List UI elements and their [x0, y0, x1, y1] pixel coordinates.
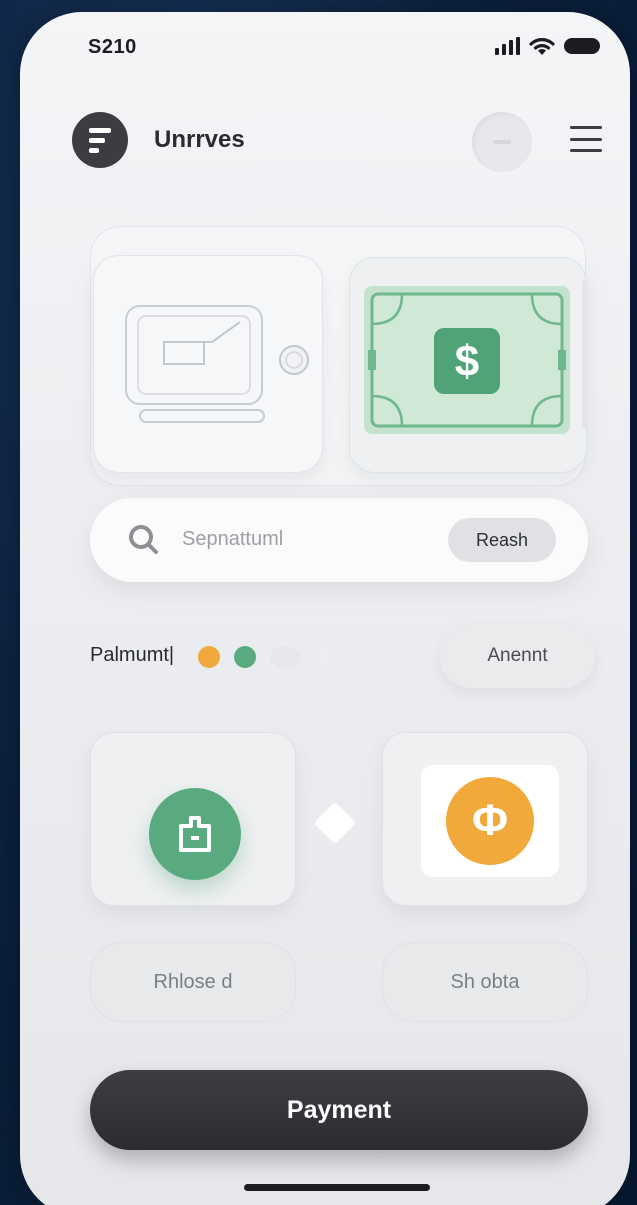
- payment-dots: [198, 646, 336, 668]
- computer-card[interactable]: [93, 255, 323, 473]
- hamburger-menu-icon[interactable]: [570, 126, 602, 152]
- search-input[interactable]: Sepnattuml: [182, 528, 283, 551]
- amount-button[interactable]: Anennt: [440, 624, 595, 688]
- payment-row: Palmumt| Anennt: [90, 624, 595, 688]
- money-card[interactable]: $: [349, 257, 587, 473]
- payment-button[interactable]: Payment: [90, 1070, 588, 1150]
- header: Unrrves: [72, 112, 602, 172]
- app-logo-icon: [72, 112, 128, 168]
- diamond-icon: [313, 801, 357, 845]
- dollar-symbol: $: [455, 337, 479, 386]
- dot-light[interactable]: [314, 646, 336, 668]
- status-time: S210: [88, 36, 137, 58]
- app-title: Unrrves: [154, 126, 245, 153]
- transfer-tile[interactable]: [90, 732, 296, 906]
- home-indicator[interactable]: [244, 1184, 430, 1191]
- signal-icon: [495, 37, 520, 55]
- computer-icon: [125, 305, 309, 423]
- hero-panel: $: [90, 226, 588, 486]
- scroll-indicator: [582, 279, 588, 429]
- avatar[interactable]: [472, 112, 532, 172]
- wifi-icon: [529, 38, 555, 55]
- banknote-icon: $: [364, 286, 570, 434]
- search-icon: [129, 525, 158, 554]
- option-right-button[interactable]: Sh obta: [382, 942, 588, 1022]
- dot-green[interactable]: [234, 646, 256, 668]
- status-bar: S210: [88, 36, 600, 60]
- payment-label: Palmumt|: [90, 644, 175, 666]
- search-button[interactable]: Reash: [448, 518, 556, 562]
- option-left-button[interactable]: Rhlose d: [90, 942, 296, 1022]
- transfer-icon: [149, 788, 241, 880]
- coin-icon: Φ: [446, 777, 534, 865]
- dot-gray[interactable]: [270, 646, 300, 668]
- coin-tile[interactable]: Φ: [382, 732, 588, 906]
- battery-icon: [564, 38, 600, 54]
- dot-orange[interactable]: [198, 646, 220, 668]
- coin-card: Φ: [421, 765, 559, 877]
- phone-screen: S210 Unrrves $ Sepnattuml Reash Palmumt|…: [20, 12, 630, 1205]
- search-bar[interactable]: Sepnattuml Reash: [90, 498, 588, 582]
- status-icons: [495, 36, 600, 56]
- coin-symbol: Φ: [471, 796, 509, 845]
